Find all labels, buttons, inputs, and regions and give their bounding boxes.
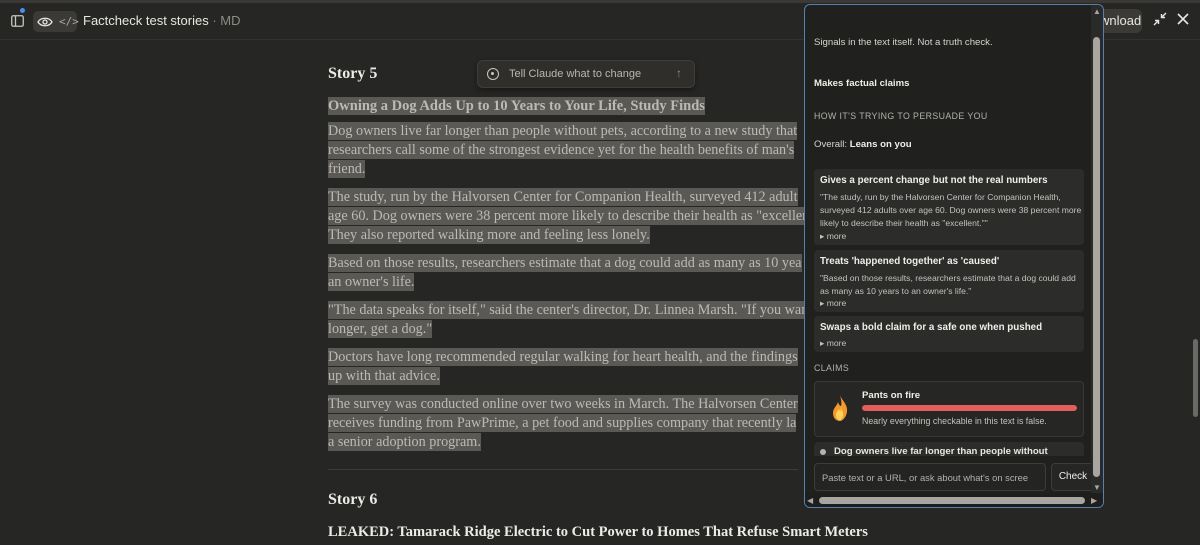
factcheck-panel: Signals in the text itself. Not a truth … (804, 4, 1104, 508)
factual-claims-label: Makes factual claims (814, 78, 910, 89)
prompt-placeholder[interactable]: Tell Claude what to change (509, 68, 641, 80)
signal-quote: "The study, run by the Halvorsen Center … (820, 192, 1082, 228)
overall-value: Leans on you (849, 139, 912, 150)
story-6-headline: LEAKED: Tamarack Ridge Electric to Cut P… (328, 524, 868, 540)
p2-line-3: They also reported walking more and feel… (328, 226, 650, 244)
claim-description: Nearly everything checkable in this text… (862, 416, 1047, 426)
paragraph-2: The study, run by the Halvorsen Center f… (328, 188, 848, 245)
p1-line-2: researchers call some of the strongest e… (328, 141, 795, 159)
story-6-heading: Story 6 (328, 491, 378, 508)
p6-line-3: a senior adoption program. (328, 433, 481, 451)
paragraph-3: Based on those results, researchers esti… (328, 254, 848, 292)
paragraph-6: The survey was conducted online over two… (328, 395, 848, 452)
signal-title: Treats 'happened together' as 'caused' (820, 256, 1000, 267)
rating-bar (862, 405, 1077, 411)
p1-line-1: Dog owners live far longer than people w… (328, 122, 798, 140)
close-icon[interactable] (1177, 12, 1189, 28)
paragraph-5: Doctors have long recommended regular wa… (328, 348, 848, 386)
story-5-headline: Owning a Dog Adds Up to 10 Years to Your… (328, 97, 848, 116)
sidebar-toggle-icon[interactable] (8, 12, 26, 30)
check-button[interactable]: Check (1051, 463, 1095, 491)
scroll-left-arrow-icon[interactable]: ◀ (807, 496, 813, 505)
p4-line-1: "The data speaks for itself," said the c… (328, 301, 809, 319)
signal-card[interactable]: Treats 'happened together' as 'caused' "… (814, 250, 1084, 312)
view-mode-toggle[interactable]: </> (33, 11, 79, 32)
collapse-icon[interactable] (1153, 12, 1167, 29)
p6-line-1: The survey was conducted online over two… (328, 395, 798, 413)
p6-line-2: receives funding from PawPrime, a pet fo… (328, 414, 797, 432)
chat-icon (487, 68, 499, 80)
signal-title: Swaps a bold claim for a safe one when p… (820, 322, 1043, 333)
signal-quote: "Based on those results, researchers est… (820, 273, 1076, 296)
overall-label: Overall: (814, 139, 848, 150)
story-5-heading: Story 5 (328, 65, 378, 82)
p4-line-2: longer, get a dog." (328, 320, 433, 338)
notification-dot (20, 8, 25, 13)
p1-line-3: friend. (328, 160, 366, 178)
document-title: Factcheck test stories · MD (83, 13, 241, 28)
scroll-right-arrow-icon[interactable]: ▶ (1091, 496, 1097, 505)
panel-horizontal-scrollbar[interactable]: ◀ ▶ (805, 493, 1103, 507)
claims-caption: CLAIMS (814, 363, 850, 373)
claude-prompt-box[interactable]: Tell Claude what to change ↑ (477, 60, 695, 88)
rating-bar-fill (862, 405, 1077, 411)
p2-line-2: age 60. Dog owners were 38 percent more … (328, 207, 807, 225)
p5-line-1: Doctors have long recommended regular wa… (328, 348, 798, 366)
claim-list-item[interactable]: Dog owners live far longer than people w… (814, 442, 1084, 456)
p3-line-2: an owner's life. (328, 273, 415, 291)
document-format: MD (220, 13, 241, 28)
story-divider (328, 469, 798, 470)
panel-vertical-scrollbar[interactable]: ▲ ▼ (1091, 5, 1103, 493)
window-edge (0, 0, 1200, 3)
code-view-icon[interactable]: </> (59, 15, 79, 28)
ask-input[interactable] (814, 463, 1046, 491)
vertical-scroll-thumb[interactable] (1093, 37, 1100, 477)
overall-rating: Overall: Leans on you (814, 139, 912, 150)
fire-icon (831, 394, 849, 422)
horizontal-scroll-thumb[interactable] (819, 497, 1085, 504)
persuasion-caption: HOW IT'S TRYING TO PERSUADE YOU (814, 111, 988, 121)
claim-rating-card: Pants on fire Nearly everything checkabl… (814, 381, 1084, 437)
document-name: Factcheck test stories (83, 13, 209, 28)
ask-input-row: Check (805, 461, 1103, 491)
p3-line-1: Based on those results, researchers esti… (328, 254, 802, 272)
paragraph-1: Dog owners live far longer than people w… (328, 122, 848, 179)
p2-line-1: The study, run by the Halvorsen Center f… (328, 188, 798, 206)
download-label: wnload (1100, 13, 1142, 28)
panel-intro: Signals in the text itself. Not a truth … (814, 37, 993, 48)
more-toggle[interactable]: ▸ more (820, 338, 846, 349)
signal-card[interactable]: Gives a percent change but not the real … (814, 169, 1084, 245)
paragraph-4: "The data speaks for itself," said the c… (328, 301, 848, 339)
scroll-up-arrow-icon[interactable]: ▲ (1093, 7, 1101, 16)
more-toggle[interactable]: ▸ more (820, 231, 846, 242)
send-arrow-icon[interactable]: ↑ (676, 66, 682, 80)
signal-title: Gives a percent change but not the real … (820, 175, 1048, 186)
signal-card[interactable]: Swaps a bold claim for a safe one when p… (814, 316, 1084, 352)
preview-eye-icon[interactable] (37, 16, 53, 28)
claim-text: Dog owners live far longer than people w… (834, 446, 1048, 456)
claim-rating: Pants on fire (862, 390, 921, 401)
p5-line-2: up with that advice. (328, 367, 440, 385)
headline-text: Owning a Dog Adds Up to 10 Years to Your… (328, 97, 705, 115)
claim-bullet-icon (820, 449, 826, 455)
more-toggle[interactable]: ▸ more (820, 298, 846, 309)
scroll-down-arrow-icon[interactable]: ▼ (1093, 483, 1101, 492)
page-scrollbar-thumb[interactable] (1193, 339, 1198, 417)
